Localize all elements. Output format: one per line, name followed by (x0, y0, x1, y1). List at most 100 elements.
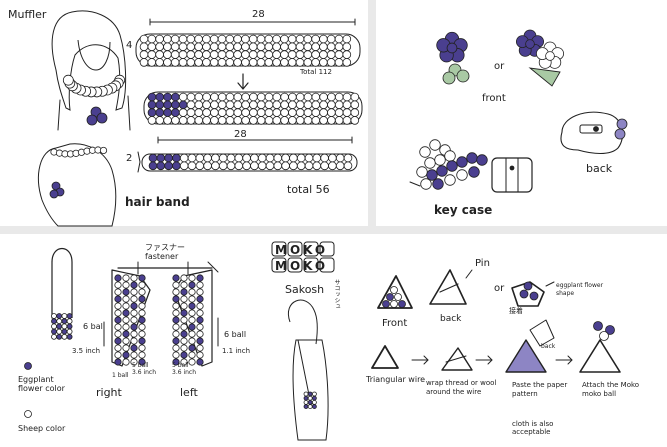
muffler-row1b-ball (295, 116, 305, 125)
bag-right-panel-ball (130, 323, 138, 331)
bag-small-strap (51, 247, 73, 318)
charm-pin-arrow (465, 269, 473, 279)
muffler-row1-ball (202, 34, 211, 44)
muffler-row1b-ball (256, 100, 266, 110)
charm-eggplant-ball (523, 281, 533, 291)
muffler-row1b-ball (202, 100, 211, 110)
bag-right-6ball: 6 ball (224, 330, 247, 339)
keycase-ball (446, 160, 458, 172)
muffler-row1-ball (303, 50, 313, 59)
muffler-row1-ball (209, 50, 219, 59)
bag-left-panel-ball (196, 358, 204, 366)
bag-bottom-1ball: 1 ball (112, 372, 129, 379)
muffler-row1b-ball (264, 108, 274, 117)
muffler-row1b-ball (233, 116, 243, 125)
bag-left-panel-ball (188, 337, 196, 345)
muffler-row1-ball (155, 42, 164, 52)
bag-left-label: left (180, 386, 198, 399)
muffler-row1b-ball (264, 116, 274, 125)
muffler-row2-ball (328, 153, 337, 163)
muffler-row1b-ball (186, 92, 196, 102)
bag-left-panel-ball (188, 295, 196, 303)
muffler-row1-ball (202, 50, 211, 59)
muffler-row1-ball (194, 34, 203, 44)
bag-small-ball (51, 313, 57, 319)
muffler-row2-ball (226, 153, 236, 163)
muffler-row1b-ball (288, 108, 297, 117)
muffler-row2-ball (148, 153, 158, 163)
muffler-row1-ball (202, 58, 211, 67)
muffler-row1-ball (295, 34, 305, 44)
muffler-model-scarf-flower (96, 112, 108, 124)
bag-right-panel-ball (138, 288, 146, 296)
muffler-row2-ball (296, 161, 306, 171)
legend-sheep-label: Sheep color (18, 424, 66, 433)
bag-left-panel-ball (196, 288, 204, 296)
muffler-model-scarf-flower (86, 114, 98, 126)
bag-right-panel-ball (130, 274, 138, 282)
muffler-row1b-ball (280, 92, 289, 102)
muffler-row2-ball (320, 161, 329, 171)
muffler-row1-ball (264, 34, 274, 44)
muffler-row1-ball (186, 58, 196, 67)
charm-glue-back-label: back (541, 343, 556, 350)
bag-right-panel-ball (114, 323, 122, 331)
muffler-row1b-ball (155, 100, 165, 110)
muffler-row1-ball (155, 50, 164, 59)
sakosh-bag-ball (303, 391, 309, 397)
muffler-row1b-ball (241, 116, 250, 125)
step1-triangle (371, 345, 399, 369)
bag-right-panel-ball (122, 288, 130, 296)
muffler-row1-ball (155, 34, 164, 44)
keycase-ball (476, 154, 488, 166)
muffler-row1b-ball (147, 108, 157, 117)
bag-left-panel-ball (180, 281, 188, 289)
step4-moko-ball (593, 321, 603, 331)
muffler-row1-ball (194, 50, 203, 59)
sakosh-bag-ball (311, 399, 317, 405)
muffler-row1b-ball (241, 108, 250, 117)
bag-right-panel-ball (138, 316, 146, 324)
muffler-row1b-ball (295, 100, 305, 110)
muffler-row1b-ball (350, 116, 360, 125)
bag-left-panel-ball (196, 330, 204, 338)
bag-left-panel-ball (188, 274, 196, 282)
muffler-row1-ball (256, 50, 266, 59)
bag-right-panel-ball (138, 323, 146, 331)
muffler-row2-ball (289, 153, 298, 163)
muffler-row1-ball (326, 50, 336, 59)
bag-right-panel-ball (114, 281, 122, 289)
muffler-row1-ball (225, 42, 235, 52)
muffler-row1-ball (178, 42, 188, 52)
bag-right-panel-ball (138, 309, 146, 317)
muffler-row1b-ball (311, 116, 321, 125)
sakosh-bag-ball (307, 404, 313, 410)
keycase-ball (424, 157, 436, 169)
charm-shape-arrow (545, 281, 555, 287)
muffler-row1b-ball (194, 100, 204, 110)
bag-right-panel-ball (114, 337, 122, 345)
muffler-row1b-ball (163, 92, 172, 102)
muffler-row1b-ball (319, 116, 328, 125)
muffler-row2-ball (187, 153, 197, 163)
bag-left-panel-ball (188, 288, 196, 296)
muffler-row1-ball (334, 42, 344, 52)
bag-small-ball (56, 318, 63, 325)
keycase-ball (456, 156, 468, 168)
bag-left-panel-ball (196, 295, 204, 303)
bag-right-panel-ball (122, 274, 130, 282)
bag-right-panel-ball (114, 274, 122, 282)
bag-right-panel-ball (114, 309, 122, 317)
bag-right-panel-ball (114, 288, 122, 296)
bag-left-panel-ball (172, 344, 180, 352)
muffler-row1-ball (225, 50, 235, 59)
bag-right-panel-ball (138, 295, 146, 303)
muffler-row1-ball (311, 58, 320, 67)
keycase-front-a-leaf (456, 69, 470, 83)
bag-small-ball (66, 313, 73, 319)
muffler-row1b-ball (256, 108, 266, 117)
muffler-row2-ball (234, 161, 244, 171)
sakosh-bag-ball (307, 399, 313, 405)
keycase-wallet (491, 157, 533, 193)
keycase-ball (456, 169, 468, 181)
